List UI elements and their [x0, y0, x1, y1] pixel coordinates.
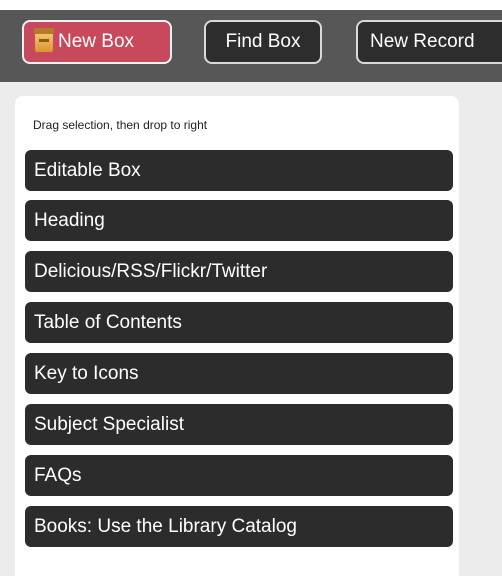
box-type-books-library-catalog[interactable]: Books: Use the Library Catalog: [25, 506, 453, 547]
box-type-label: Editable Box: [34, 160, 141, 181]
toolbar: New Box Find Box New Record: [0, 10, 502, 82]
top-band: [0, 0, 502, 10]
new-record-button[interactable]: New Record: [356, 20, 502, 64]
box-type-label: Subject Specialist: [34, 414, 184, 435]
new-box-label: New Box: [58, 31, 135, 52]
box-type-faqs[interactable]: FAQs: [25, 455, 453, 496]
box-type-subject-specialist[interactable]: Subject Specialist: [25, 404, 453, 445]
box-type-delicious-rss[interactable]: Delicious/RSS/Flickr/Twitter: [25, 251, 453, 292]
box-type-editable-box[interactable]: Editable Box: [25, 150, 453, 191]
box-type-label: Books: Use the Library Catalog: [34, 516, 297, 537]
box-icon: [34, 27, 54, 52]
box-type-label: Key to Icons: [34, 363, 139, 384]
new-record-label: New Record: [370, 31, 475, 52]
find-box-label: Find Box: [225, 31, 301, 52]
box-type-heading[interactable]: Heading: [25, 200, 453, 241]
box-type-label: Heading: [34, 210, 105, 231]
drag-hint: Drag selection, then drop to right: [33, 118, 208, 132]
box-type-panel: Drag selection, then drop to right Edita…: [15, 96, 459, 576]
box-type-label: Delicious/RSS/Flickr/Twitter: [34, 261, 268, 282]
box-type-table-of-contents[interactable]: Table of Contents: [25, 302, 453, 343]
new-box-button[interactable]: New Box: [22, 20, 172, 64]
box-type-key-to-icons[interactable]: Key to Icons: [25, 353, 453, 394]
box-type-label: Table of Contents: [34, 312, 182, 333]
box-type-label: FAQs: [34, 465, 82, 486]
find-box-button[interactable]: Find Box: [204, 20, 322, 64]
